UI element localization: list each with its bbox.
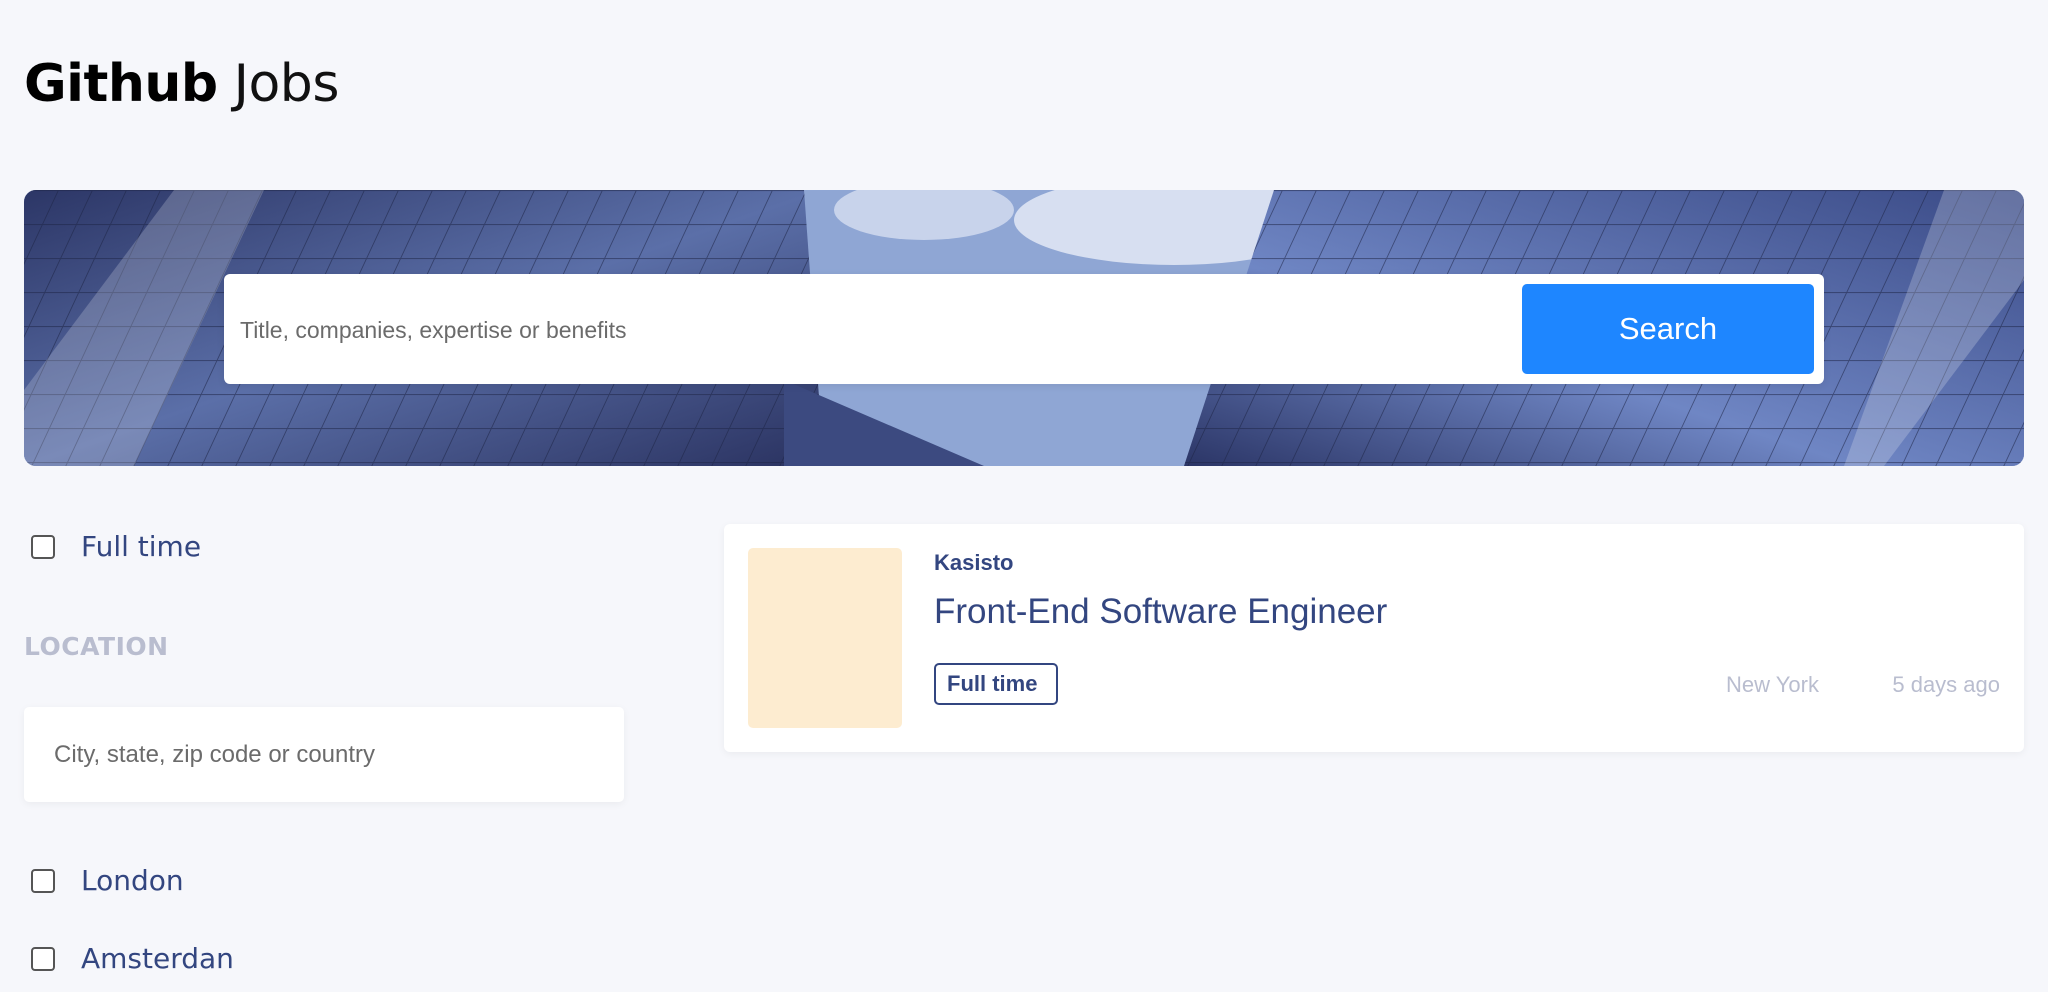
company-logo <box>748 548 902 728</box>
job-location: New York <box>1726 672 1819 697</box>
page: Github Jobs Title, companies, expertise … <box>0 0 2048 992</box>
logo-bold-text: Github <box>24 54 218 114</box>
location-input[interactable] <box>52 727 606 783</box>
city-label: London <box>81 864 184 897</box>
city-filter-amsterdan[interactable]: Amsterdan <box>31 942 234 975</box>
search-input[interactable] <box>238 296 1502 364</box>
app-logo: Github Jobs <box>24 58 339 110</box>
job-title[interactable]: Front-End Software Engineer <box>934 592 1387 632</box>
job-posted-time: 5 days ago <box>1892 672 2000 697</box>
city-filter-london[interactable]: London <box>31 864 184 897</box>
city-checkbox[interactable] <box>31 868 55 893</box>
logo-light-text: Jobs <box>233 54 340 114</box>
location-section-title: LOCATION <box>24 632 169 661</box>
city-label: Amsterdan <box>81 942 234 975</box>
city-checkbox[interactable] <box>31 946 55 971</box>
full-time-checkbox[interactable] <box>31 534 55 559</box>
job-type-tag[interactable]: Full time <box>934 663 1059 705</box>
job-card[interactable]: Kasisto Front-End Software Engineer Full… <box>724 524 2024 752</box>
search-button[interactable]: Search <box>1522 284 1814 374</box>
location-search-box <box>24 707 624 802</box>
full-time-filter[interactable]: Full time <box>31 530 201 563</box>
company-name: Kasisto <box>934 550 1014 575</box>
full-time-label: Full time <box>81 530 202 563</box>
search-bar: Search <box>224 274 1824 384</box>
